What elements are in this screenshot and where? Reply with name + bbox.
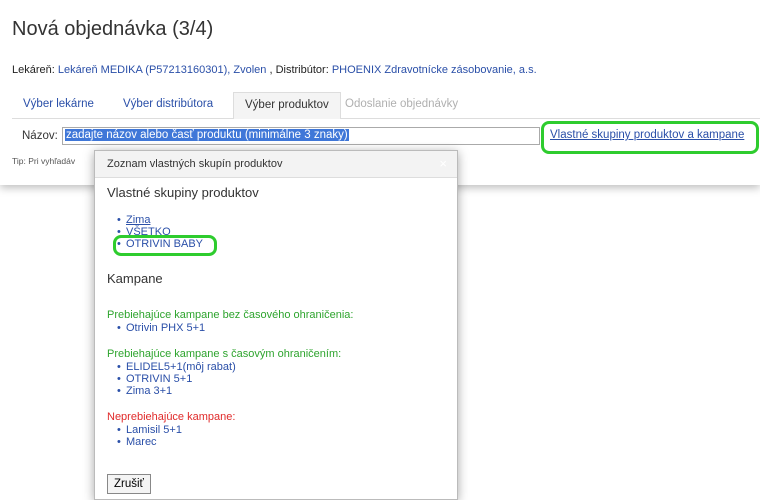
ongoing-unlimited-list: • Otrivin PHX 5+1 <box>117 322 205 334</box>
group-item[interactable]: • Zima <box>117 214 203 226</box>
distributor-link[interactable]: PHOENIX Zdravotnícke zásobovanie, a.s. <box>332 64 537 76</box>
campaign-item[interactable]: • ELIDEL5+1(môj rabat) <box>117 361 236 373</box>
page-title: Nová objednávka (3/4) <box>12 18 214 40</box>
dialog-header: Zoznam vlastných skupín produktov × <box>95 151 457 178</box>
ongoing-limited-list: • ELIDEL5+1(môj rabat) • OTRIVIN 5+1 • Zima… <box>117 361 236 397</box>
campaign-item[interactable]: • Lamisil 5+1 <box>117 424 182 436</box>
ongoing-limited-label: Prebiehajúce kampane s časovým ohraničen… <box>107 348 342 360</box>
campaign-item[interactable]: • OTRIVIN 5+1 <box>117 373 236 385</box>
distributor-label: Distribútor: <box>275 64 329 76</box>
highlight-otrivin-baby <box>113 235 217 256</box>
pharmacy-label: Lekáreň: <box>12 64 55 76</box>
order-info-line: Lekáreň: Lekáreň MEDIKA (P57213160301), … <box>12 64 537 76</box>
custom-groups-dialog: Zoznam vlastných skupín produktov × Vlas… <box>94 150 458 500</box>
not-running-label: Neprebiehajúce kampane: <box>107 411 236 423</box>
name-label: Názov: <box>22 130 58 142</box>
campaigns-heading: Kampane <box>107 271 163 286</box>
info-separator: , <box>266 64 276 76</box>
highlight-groups-link <box>541 121 759 154</box>
ongoing-unlimited-label: Prebiehajúce kampane bez časového ohrani… <box>107 309 354 321</box>
pharmacy-link[interactable]: Lekáreň MEDIKA (P57213160301), Zvolen <box>58 64 267 76</box>
campaign-item[interactable]: • Marec <box>117 436 182 448</box>
groups-heading: Vlastné skupiny produktov <box>107 185 259 200</box>
tab-pharmacy-selection[interactable]: Výber lekárne <box>12 92 105 117</box>
selected-placeholder-text: zadajte názov alebo časť produktu (minim… <box>65 129 349 141</box>
tab-product-selection[interactable]: Výber produktov <box>233 92 341 119</box>
tab-send-order: Odoslanie objednávky <box>345 98 459 110</box>
tab-distributor-selection[interactable]: Výber distribútora <box>112 92 224 117</box>
cancel-button[interactable]: Zrušiť <box>107 474 151 494</box>
close-icon[interactable]: × <box>439 156 447 171</box>
search-tip: Tip: Pri vyhľadáv <box>12 156 76 166</box>
product-name-input[interactable]: zadajte názov alebo časť produktu (minim… <box>62 127 540 145</box>
campaign-item[interactable]: • Otrivin PHX 5+1 <box>117 322 205 334</box>
campaign-item[interactable]: • Zima 3+1 <box>117 385 236 397</box>
wizard-tabs: Výber lekárne Výber distribútora Výber p… <box>12 92 760 119</box>
not-running-list: • Lamisil 5+1 • Marec <box>117 424 182 448</box>
dialog-title: Zoznam vlastných skupín produktov <box>107 158 283 170</box>
